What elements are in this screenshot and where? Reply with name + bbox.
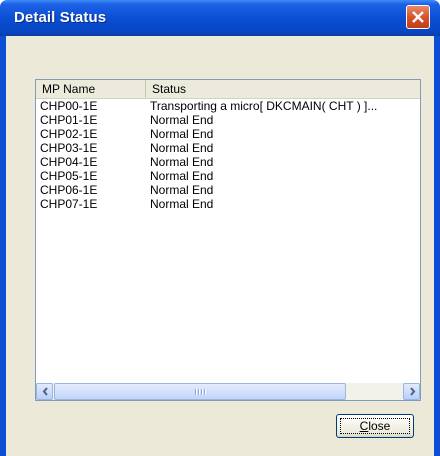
list-row[interactable]: CHP01-1E Normal End [36,113,420,127]
arrow-right-icon [410,387,416,396]
row-status: Normal End [150,141,214,155]
row-mp-name: CHP00-1E [40,99,98,113]
row-status: Normal End [150,169,214,183]
row-status: Transporting a micro[ DKCMAIN( CHT ) ]..… [150,99,378,113]
arrow-left-icon [42,387,48,396]
window-frame-right [434,36,440,456]
row-status: Normal End [150,183,214,197]
thumb-grip [198,389,200,395]
dialog-client-area: MP Name Status CHP00-1E Transporting a m… [6,36,434,456]
row-mp-name: CHP03-1E [40,141,98,155]
status-list-view[interactable]: MP Name Status CHP00-1E Transporting a m… [35,79,421,401]
list-row[interactable]: CHP05-1E Normal End [36,169,420,183]
row-status: Normal End [150,197,214,211]
row-status: Normal End [150,127,214,141]
list-row[interactable]: CHP00-1E Transporting a micro[ DKCMAIN( … [36,99,420,113]
list-row[interactable]: CHP06-1E Normal End [36,183,420,197]
list-row[interactable]: CHP03-1E Normal End [36,141,420,155]
list-header: MP Name Status [36,80,420,99]
column-header-mp-name[interactable]: MP Name [36,80,146,98]
window-close-button[interactable] [406,5,430,29]
close-button-label: Close [359,419,391,433]
list-row[interactable]: CHP07-1E Normal End [36,197,420,211]
row-mp-name: CHP07-1E [40,197,98,211]
window-title: Detail Status [14,9,107,26]
scroll-thumb[interactable] [54,383,346,400]
list-row[interactable]: CHP02-1E Normal End [36,127,420,141]
thumb-grip [195,389,197,395]
row-status: Normal End [150,155,214,169]
row-status: Normal End [150,113,214,127]
list-row[interactable]: CHP04-1E Normal End [36,155,420,169]
row-mp-name: CHP06-1E [40,183,98,197]
scroll-right-button[interactable] [403,383,420,400]
close-button[interactable]: Close [336,414,414,438]
scroll-left-button[interactable] [36,383,53,400]
thumb-grip [204,389,206,395]
row-mp-name: CHP02-1E [40,127,98,141]
thumb-grip [201,389,203,395]
detail-status-dialog: Detail Status MP Name Status CHP00-1E Tr… [0,0,440,456]
row-mp-name: CHP04-1E [40,155,98,169]
row-mp-name: CHP05-1E [40,169,98,183]
title-bar[interactable]: Detail Status [0,0,440,36]
row-mp-name: CHP01-1E [40,113,98,127]
horizontal-scrollbar[interactable] [36,383,420,400]
close-icon [412,11,424,23]
column-header-status[interactable]: Status [146,80,420,98]
